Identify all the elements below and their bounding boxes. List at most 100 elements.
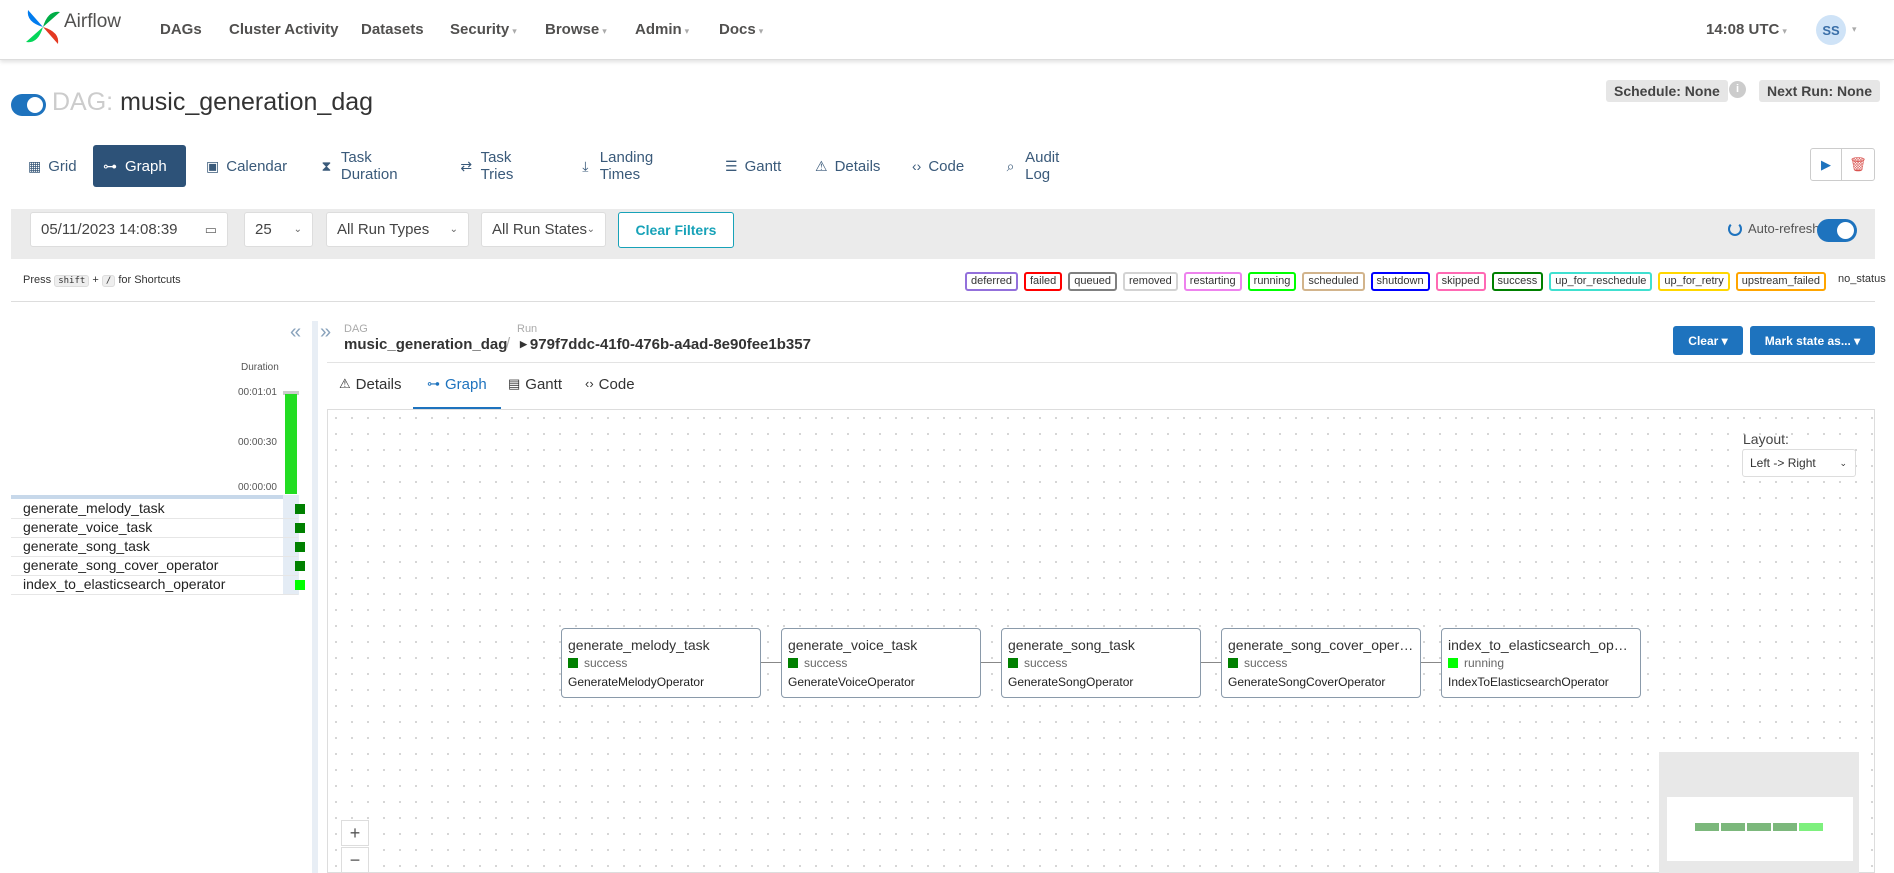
task-node[interactable]: generate_song_cover_operator success Gener… [1221,628,1421,698]
nav-security[interactable]: Security ▾ [450,21,517,38]
info-icon[interactable]: i [1729,81,1746,98]
subtab-graph[interactable]: ⊶ Graph [413,376,501,409]
legend-restarting: restarting [1183,272,1242,291]
nav-dags[interactable]: DAGs [160,21,202,38]
tab-gantt[interactable]: ☰ Gantt [716,145,788,187]
task-node-state: success [568,656,754,670]
task-name: generate_melody_task [23,500,165,516]
grid-icon: ▦ [28,157,42,174]
task-node-state: success [788,656,974,670]
task-node[interactable]: generate_melody_task success GenerateMelod… [561,628,761,698]
nav-browse[interactable]: Browse ▾ [545,21,607,38]
task-instance-cell[interactable] [295,580,305,590]
nav-docs[interactable]: Docs ▾ [719,21,763,38]
task-row[interactable]: generate_song_task [11,538,305,557]
base-date-input[interactable]: 05/11/2023 14:08:39 ▭ [30,212,228,247]
subtab-code[interactable]: ‹› Code [585,376,635,409]
task-instance-cell[interactable] [295,504,305,514]
pinwheel-icon [26,10,60,44]
play-icon: ▶ [1821,156,1831,172]
run-state-select[interactable]: All Run States ⌄ [481,212,606,247]
zoom-out-button[interactable]: − [341,847,369,873]
tab-details[interactable]: ⚠ Details [806,145,885,187]
auto-refresh-toggle[interactable] [1817,219,1857,242]
subtab-label: Code [598,376,635,393]
clear-filters-button[interactable]: Clear Filters [618,212,734,248]
trigger-dag-button[interactable]: ▶ [1810,148,1842,181]
legend-skipped: skipped [1435,272,1486,291]
chevron-down-icon: ⌄ [449,224,458,235]
tab-task-duration[interactable]: ⧗ Task Duration [310,145,435,187]
tab-landing-times[interactable]: ⤓ Landing Times [569,145,699,187]
tab-label: Audit Log [1025,149,1060,183]
graph-edge [981,662,1001,663]
task-row[interactable]: generate_song_cover_operator [11,557,305,576]
duration-label: Duration [241,362,279,373]
run-duration-bar[interactable] [285,394,297,494]
mark-state-button[interactable]: Mark state as... ▾ [1750,326,1875,355]
legend-up-for-retry: up_for_retry [1658,272,1730,291]
airflow-logo[interactable]: Airflow [24,8,121,46]
task-row[interactable]: index_to_elasticsearch_operator [11,576,305,595]
subtab-gantt[interactable]: ▤ Gantt [508,376,562,409]
breadcrumb-dag-label: DAG [344,323,368,335]
collapse-grid-icon[interactable]: « [290,321,301,344]
breadcrumb-dag[interactable]: music_generation_dag [344,336,507,353]
task-name: index_to_elasticsearch_operator [23,576,226,592]
task-instance-cell[interactable] [295,523,305,533]
graph-edge [1201,662,1221,663]
utc-clock[interactable]: 14:08 UTC ▾ [1706,21,1787,38]
duration-tick: 00:00:00 [238,482,277,493]
dag-pause-toggle[interactable] [11,94,46,116]
graph-edge [761,662,781,663]
layout-select[interactable]: Left -> Right ⌄ [1742,449,1856,477]
chevron-down-icon[interactable]: ▾ [1852,24,1857,35]
tab-calendar[interactable]: ▣ Calendar [197,145,293,187]
user-avatar[interactable]: SS [1816,15,1846,45]
delete-dag-button[interactable]: 🗑 [1841,148,1875,181]
run-type-select[interactable]: All Run Types ⌄ [326,212,469,247]
legend-queued: queued [1068,272,1117,291]
task-instance-cell[interactable] [295,561,305,571]
tab-graph[interactable]: ⊶ Graph [93,145,186,187]
clear-button[interactable]: Clear ▾ [1673,326,1743,355]
nav-admin[interactable]: Admin ▾ [635,21,689,38]
expand-panel-icon[interactable]: » [320,321,331,344]
dag-name: music_generation_dag [120,88,374,116]
tab-task-tries[interactable]: ⇄ Task Tries [450,145,551,187]
nav-datasets[interactable]: Datasets [361,21,424,38]
code-icon: ‹› [912,158,922,174]
task-name: generate_voice_task [23,519,153,535]
nav-cluster-activity[interactable]: Cluster Activity [229,21,338,38]
task-row[interactable]: generate_voice_task [11,519,305,538]
task-node-name: generate_voice_task [788,637,918,653]
task-node-name: generate_melody_task [568,637,710,653]
page-title: DAG: music_generation_dag [52,88,373,117]
breadcrumb-separator: / [506,335,511,352]
subtab-details[interactable]: ⚠ Details [339,376,402,409]
tab-label: Calendar [226,157,288,175]
subtab-label: Details [355,376,402,393]
task-node[interactable]: generate_song_task success GenerateSongOpe… [1001,628,1201,698]
task-instance-cell[interactable] [295,542,305,552]
task-node-state: success [1228,656,1414,670]
shortcut-hint: Press shift + / for Shortcuts [23,274,181,287]
hint-suffix: for Shortcuts [118,274,181,286]
tab-label: Task Tries [480,149,514,183]
state-legend: deferred failed queued removed restarting run… [965,272,1892,291]
task-node-state-label: success [1244,656,1288,670]
tab-label: Code [928,157,965,175]
task-row[interactable]: generate_melody_task [11,500,305,519]
breadcrumb-run[interactable]: ▶ 979f7ddc-41f0-476b-a4ad-8e90fee1b357 [520,336,811,353]
nav-label: Admin [635,21,682,38]
tab-audit-log[interactable]: ⌕ Audit Log [994,145,1094,187]
zoom-in-button[interactable]: + [341,820,369,846]
hint-press: Press [23,274,52,286]
tab-grid[interactable]: ▦ Grid [19,145,83,187]
tab-code[interactable]: ‹› Code [903,145,971,187]
task-node[interactable]: index_to_elasticsearch_operator running In… [1441,628,1641,698]
calendar-icon: ▣ [206,157,220,174]
panel-resize-handle[interactable] [312,321,318,873]
task-node[interactable]: generate_voice_task success GenerateVoiceO… [781,628,981,698]
num-runs-select[interactable]: 25 ⌄ [244,212,313,247]
